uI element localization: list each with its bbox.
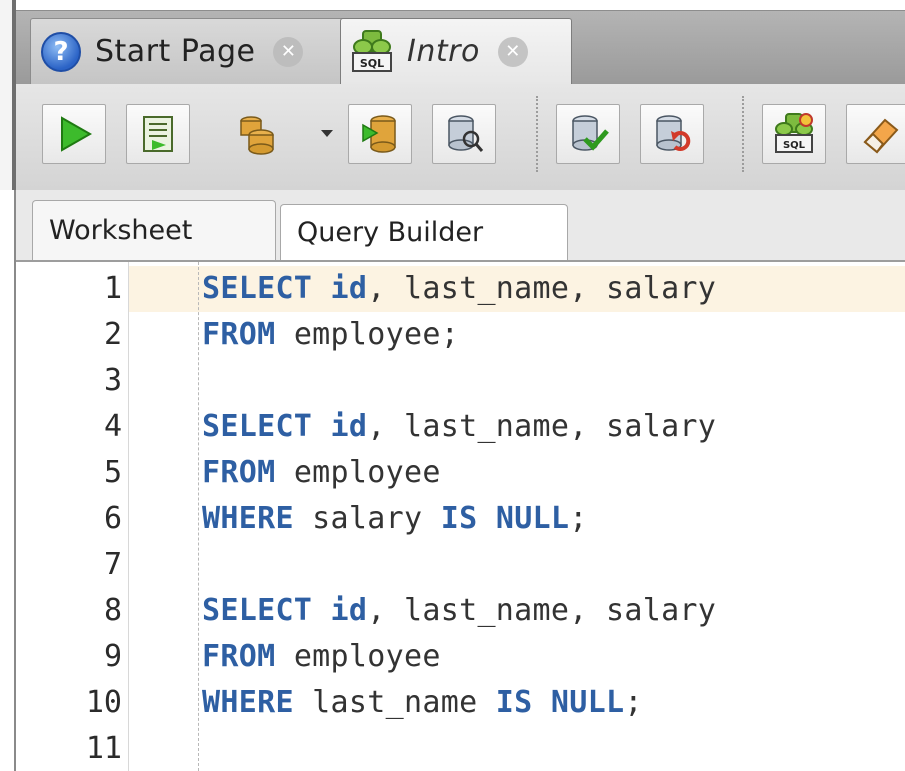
code-text: ; [569, 501, 588, 536]
code-line: FROM employee; [202, 312, 459, 358]
tab-query-builder[interactable]: Query Builder [280, 204, 568, 260]
sql-keyword: SELECT [202, 271, 313, 306]
code-text: , last_name, salary [367, 409, 717, 444]
sql-keyword: NULL [495, 501, 570, 536]
sql-keyword: SELECT [202, 593, 313, 628]
sql-keyword: NULL [550, 685, 625, 720]
line-number: 7 [103, 547, 122, 582]
unshared-sql-button[interactable]: SQL [762, 104, 826, 164]
sql-identifier: id [330, 409, 368, 444]
toolbar-separator [742, 96, 746, 172]
svg-text:SQL: SQL [360, 57, 384, 70]
play-icon [54, 114, 94, 154]
indent-guide [198, 262, 199, 771]
sql-worksheet-icon: SQL [349, 29, 395, 75]
code-text: employee [275, 639, 441, 674]
db-commit-icon [567, 113, 609, 155]
script-icon [138, 114, 178, 154]
code-line: SELECT id, last_name, salary [202, 404, 716, 450]
line-number: 2 [103, 317, 122, 352]
line-number: 4 [103, 409, 122, 444]
tab-worksheet[interactable]: Worksheet [32, 200, 276, 260]
worksheet-toolbar: SQL [16, 84, 905, 190]
sql-worksheet-icon: SQL [772, 112, 816, 156]
code-text: salary [293, 501, 441, 536]
toolbar-separator [536, 96, 540, 172]
sql-keyword: FROM [202, 639, 276, 674]
db-explain-icon [359, 113, 401, 155]
db-tuning-icon [443, 113, 485, 155]
autotrace-button[interactable] [226, 104, 290, 164]
gutter-divider [128, 262, 129, 771]
sql-tuning-button[interactable] [432, 104, 496, 164]
tab-intro[interactable]: SQL Intro ✕ [340, 18, 572, 84]
chevron-down-icon[interactable] [321, 130, 333, 137]
code-text: employee [275, 455, 441, 490]
window-border [0, 0, 16, 190]
line-number: 5 [103, 455, 122, 490]
sql-identifier: id [330, 593, 368, 628]
document-tab-bar: ? Start Page ✕ SQL Intro ✕ [16, 10, 905, 85]
sql-keyword: SELECT [202, 409, 313, 444]
tab-start-page[interactable]: ? Start Page ✕ [30, 18, 346, 84]
sql-editor[interactable]: 1 2 3 4 5 6 7 8 9 10 11 SELECT id, last_name, sala… [16, 262, 905, 771]
sql-keyword: FROM [202, 455, 276, 490]
line-number: 3 [103, 363, 122, 398]
explain-plan-button[interactable] [348, 104, 412, 164]
db-cylinders-icon [237, 113, 279, 155]
tab-label: Worksheet [49, 215, 193, 246]
code-text: last_name [293, 685, 496, 720]
code-line: SELECT id, last_name, salary [202, 266, 716, 312]
code-text: , last_name, salary [367, 271, 717, 306]
commit-button[interactable] [556, 104, 620, 164]
code-line: SELECT id, last_name, salary [202, 588, 716, 634]
sql-keyword: IS [495, 685, 533, 720]
editor-mode-tabs: Worksheet Query Builder [16, 190, 905, 262]
eraser-icon [859, 112, 903, 156]
code-text: employee; [275, 317, 460, 352]
line-number: 10 [85, 685, 122, 720]
svg-text:SQL: SQL [783, 140, 806, 151]
db-rollback-icon [651, 113, 693, 155]
line-number: 6 [103, 501, 122, 536]
sql-developer-window: ? Start Page ✕ SQL Intro ✕ SQL Worksheet… [0, 0, 905, 771]
tab-label: Intro [407, 34, 480, 69]
tab-label: Start Page [95, 34, 256, 69]
line-number-gutter: 1 2 3 4 5 6 7 8 9 10 11 [16, 262, 128, 771]
sql-identifier: id [330, 271, 368, 306]
clear-button[interactable] [846, 104, 905, 164]
run-script-button[interactable] [126, 104, 190, 164]
help-icon: ? [41, 31, 81, 72]
code-text: ; [624, 685, 643, 720]
sql-keyword: WHERE [202, 501, 294, 536]
code-line: WHERE salary IS NULL; [202, 496, 588, 542]
code-line: FROM employee [202, 450, 441, 496]
code-line: WHERE last_name IS NULL; [202, 680, 643, 726]
line-number: 9 [103, 639, 122, 674]
run-statement-button[interactable] [42, 104, 106, 164]
line-number: 1 [103, 271, 122, 306]
sql-keyword: FROM [202, 317, 276, 352]
close-icon[interactable]: ✕ [273, 36, 304, 67]
line-number: 8 [103, 593, 122, 628]
sql-keyword: IS [440, 501, 478, 536]
rollback-button[interactable] [640, 104, 704, 164]
sql-keyword: WHERE [202, 685, 294, 720]
line-number: 11 [85, 731, 122, 766]
code-line: FROM employee [202, 634, 441, 680]
tab-label: Query Builder [297, 217, 484, 248]
close-icon[interactable]: ✕ [497, 36, 528, 67]
code-text: , last_name, salary [367, 593, 717, 628]
